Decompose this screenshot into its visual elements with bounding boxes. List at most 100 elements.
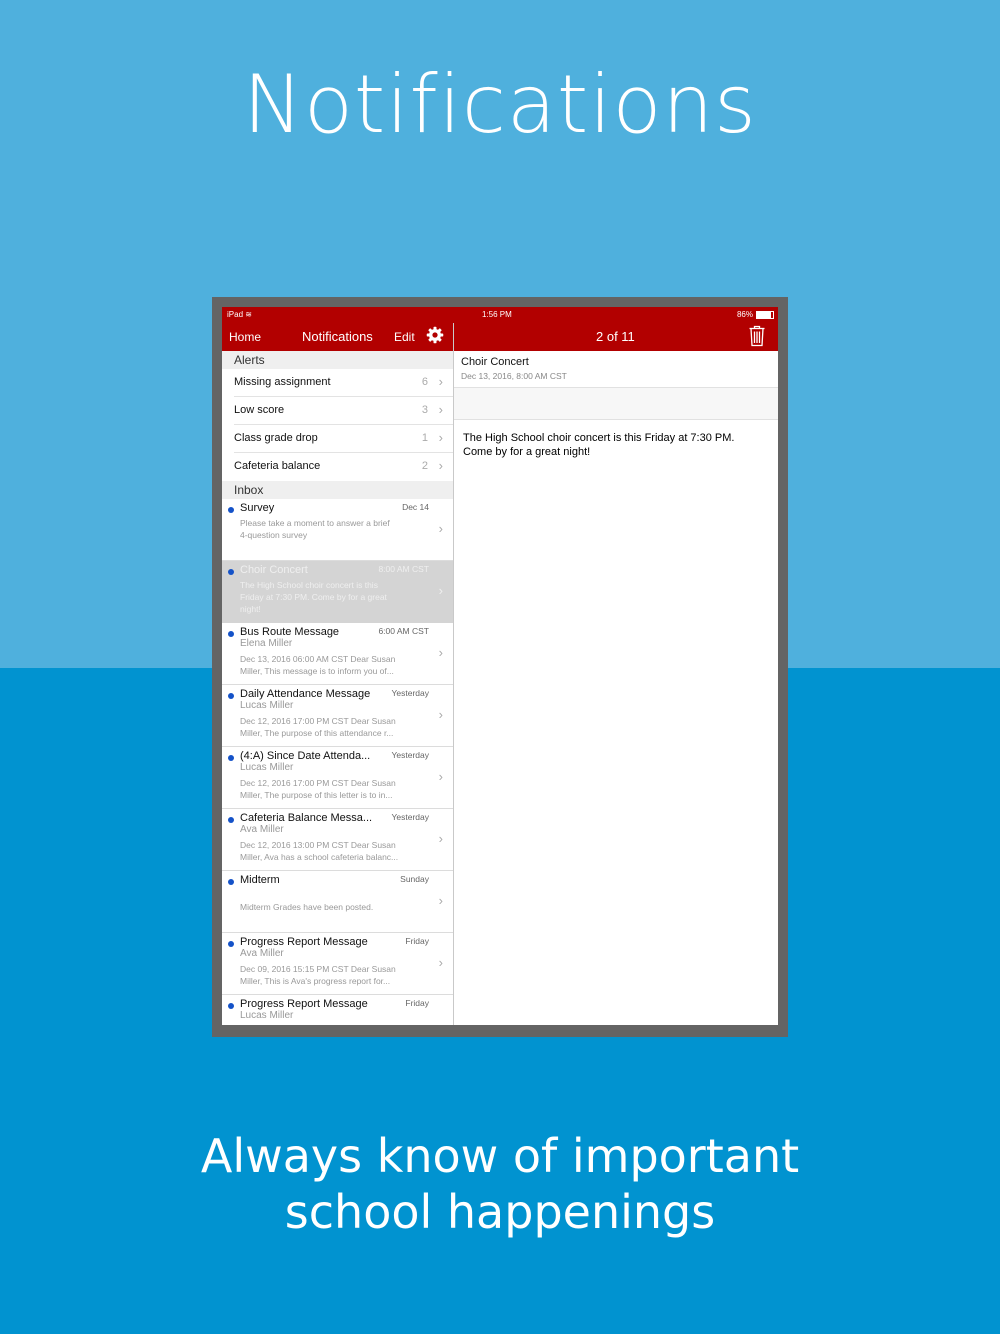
inbox-preview: 4-question survey: [240, 530, 308, 540]
inbox-subject: Bus Route Message: [240, 626, 340, 638]
chevron-right-icon: ›: [438, 374, 443, 389]
message-detail: Choir Concert Dec 13, 2016, 8:00 AM CST …: [454, 351, 778, 1025]
status-device: iPad ≋: [227, 310, 252, 319]
inbox-subject: Survey: [240, 502, 275, 514]
unread-dot-icon: [228, 941, 234, 947]
chevron-right-icon: ›: [438, 583, 443, 598]
alert-row-low-score[interactable]: Low score 3 ›: [222, 397, 453, 425]
inbox-sender: Lucas Miller: [240, 762, 294, 773]
trash-icon[interactable]: [748, 325, 766, 347]
inbox-sender: Ava Miller: [240, 948, 284, 959]
chevron-right-icon: ›: [438, 893, 443, 908]
inbox-preview: Miller, Ava has a school cafeteria balan…: [240, 852, 399, 862]
inbox-date: Sunday: [400, 874, 429, 884]
status-bar: iPad ≋ 1:56 PM 86%: [222, 307, 778, 323]
inbox-subject: Progress Report Message: [240, 936, 368, 948]
inbox-preview: Dec 13, 2016 06:00 AM CST Dear Susan: [240, 654, 396, 664]
inbox-date: Yesterday: [391, 812, 430, 822]
inbox-item[interactable]: Progress Report Message Friday Ava Mille…: [222, 933, 453, 995]
alert-label: Cafeteria balance: [234, 460, 321, 472]
inbox-date: Yesterday: [391, 750, 430, 760]
chevron-right-icon: ›: [438, 831, 443, 846]
unread-dot-icon: [228, 755, 234, 761]
edit-button[interactable]: Edit: [394, 330, 415, 344]
alert-row-class-grade-drop[interactable]: Class grade drop 1 ›: [222, 425, 453, 453]
caption-line: Always know of important: [200, 1129, 800, 1183]
nav-title: Notifications: [302, 329, 373, 344]
inbox-sender: Ava Miller: [240, 824, 284, 835]
inbox-preview: Miller, This is Ava's progress report fo…: [240, 976, 391, 986]
inbox-date: Friday: [405, 998, 429, 1008]
chevron-right-icon: ›: [438, 769, 443, 784]
ipad-frame: iPad ≋ 1:56 PM 86% Home Notifications Ed…: [212, 297, 788, 1037]
chevron-right-icon: ›: [438, 430, 443, 445]
inbox-preview: Dec 12, 2016 17:00 PM CST Dear Susan: [240, 778, 396, 788]
inbox-sender: Elena Miller: [240, 638, 293, 649]
inbox-subject: Daily Attendance Message: [240, 688, 371, 700]
nav-bar: Home Notifications Edit 2 of 11: [222, 323, 778, 351]
message-body: The High School choir concert is this Fr…: [463, 431, 763, 459]
inbox-item[interactable]: Survey Dec 14 Please take a moment to an…: [222, 499, 453, 561]
inbox-item[interactable]: Progress Report Message Friday Lucas Mil…: [222, 995, 453, 1025]
battery-percent: 86%: [736, 310, 753, 319]
inbox-preview: The High School choir concert is this: [240, 580, 378, 590]
inbox-sender: Lucas Miller: [240, 700, 294, 711]
inbox-item[interactable]: (4:A) Since Date Attenda... Yesterday Lu…: [222, 747, 453, 809]
inbox-subject: (4:A) Since Date Attenda...: [240, 750, 371, 762]
alert-count: 2: [421, 460, 428, 472]
unread-dot-icon: [228, 879, 234, 885]
inbox-item[interactable]: Bus Route Message 6:00 AM CST Elena Mill…: [222, 623, 453, 685]
message-separator-band: [454, 387, 778, 420]
unread-dot-icon: [228, 631, 234, 637]
inbox-item[interactable]: Cafeteria Balance Messa... Yesterday Ava…: [222, 809, 453, 871]
inbox-item[interactable]: Midterm Sunday Midterm Grades have been …: [222, 871, 453, 933]
promo-caption: Always know of important school happenin…: [0, 1128, 1000, 1240]
inbox-preview: Dec 12, 2016 17:00 PM CST Dear Susan: [240, 716, 396, 726]
inbox-preview: Miller, The purpose of this letter is to…: [240, 790, 393, 800]
gear-icon[interactable]: [426, 326, 444, 344]
unread-dot-icon: [228, 1003, 234, 1009]
message-header: Choir Concert Dec 13, 2016, 8:00 AM CST: [454, 351, 778, 387]
alerts-header-label: Alerts: [234, 353, 265, 367]
unread-dot-icon: [228, 693, 234, 699]
inbox-subject: Cafeteria Balance Messa...: [240, 812, 373, 824]
inbox-preview: Please take a moment to answer a brief: [240, 518, 390, 528]
alert-count: 3: [421, 404, 428, 416]
inbox-item[interactable]: Daily Attendance Message Yesterday Lucas…: [222, 685, 453, 747]
inbox-header: Inbox: [222, 481, 453, 499]
message-body-line: The High School choir concert is this Fr…: [463, 432, 735, 444]
alert-row-missing-assignment[interactable]: Missing assignment 6 ›: [222, 369, 453, 397]
inbox-preview: Dec 12, 2016 13:00 PM CST Dear Susan: [240, 840, 396, 850]
battery-fill: [757, 311, 771, 318]
inbox-item-selected[interactable]: Choir Concert 8:00 AM CST The High Schoo…: [222, 561, 453, 623]
chevron-right-icon: ›: [438, 521, 443, 536]
chevron-right-icon: ›: [438, 458, 443, 473]
alert-row-cafeteria-balance[interactable]: Cafeteria balance 2 ›: [222, 453, 453, 481]
chevron-right-icon: ›: [438, 707, 443, 722]
home-button[interactable]: Home: [229, 330, 261, 344]
status-battery: 86%: [737, 310, 774, 319]
inbox-preview: Midterm Grades have been posted.: [240, 902, 374, 912]
alert-label: Missing assignment: [234, 376, 331, 388]
inbox-date: 8:00 AM CST: [378, 564, 429, 574]
alert-count: 1: [421, 432, 428, 444]
unread-dot-icon: [228, 569, 234, 575]
alert-label: Low score: [234, 404, 285, 416]
chevron-right-icon: ›: [438, 645, 443, 660]
inbox-subject: Choir Concert: [240, 564, 308, 576]
message-date: Dec 13, 2016, 8:00 AM CST: [461, 371, 567, 381]
alert-label: Class grade drop: [234, 432, 318, 444]
battery-icon: [756, 310, 774, 319]
inbox-preview: Miller, The purpose of this attendance r…: [240, 728, 394, 738]
status-time: 1:56 PM: [482, 310, 512, 319]
inbox-subject: Progress Report Message: [240, 998, 368, 1010]
promo-headline: Notifications: [243, 58, 757, 151]
chevron-right-icon: ›: [438, 402, 443, 417]
inbox-date: Friday: [405, 936, 429, 946]
chevron-right-icon: ›: [438, 955, 443, 970]
inbox-sender: Lucas Miller: [240, 1010, 294, 1021]
unread-dot-icon: [228, 817, 234, 823]
inbox-date: Yesterday: [391, 688, 430, 698]
message-body-line: Come by for a great night!: [463, 446, 591, 458]
message-position: 2 of 11: [596, 329, 635, 344]
